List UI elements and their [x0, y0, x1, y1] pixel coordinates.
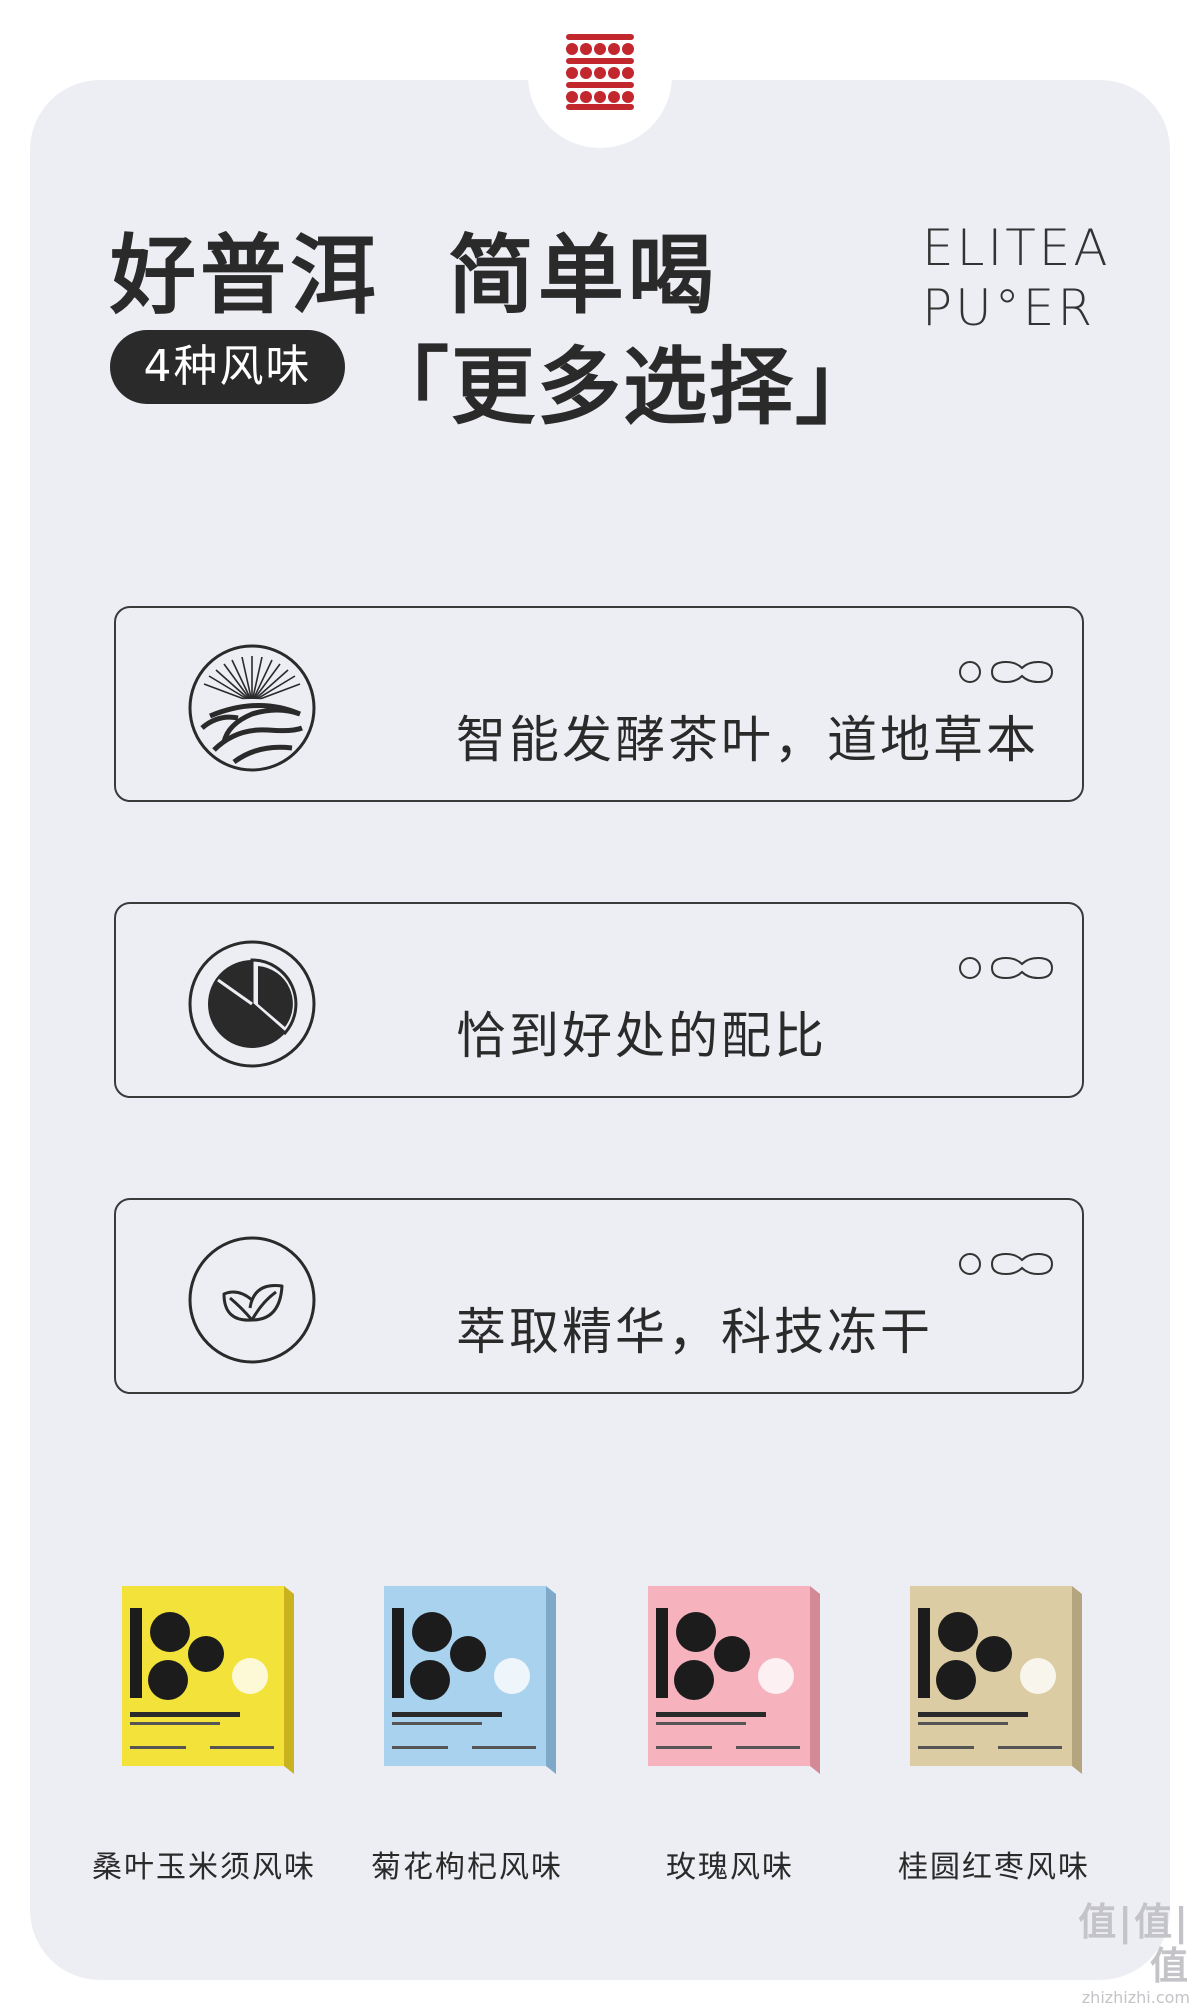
brand-logo-icon	[566, 34, 634, 110]
watermark-glyphs: 值|值|值	[1078, 1900, 1190, 1988]
product-box	[648, 1586, 820, 1774]
watermark-url: zhizhizhi.com	[1081, 1988, 1190, 2007]
product-name: 桑叶玉米须风味	[92, 1850, 316, 1885]
brand-wordmark-line2: PU°ER	[922, 279, 1096, 337]
feature-card-ratio: 恰到好处的配比	[114, 902, 1084, 1098]
feature-label: 恰到好处的配比	[456, 1007, 827, 1065]
terraced-hills-sun-icon	[188, 644, 316, 772]
page-subtitle: 「更多选择」	[365, 338, 882, 436]
product-box	[384, 1586, 556, 1774]
chain-links-icon	[959, 1252, 1054, 1276]
product-name: 玫瑰风味	[666, 1850, 794, 1885]
page-title: 好普洱 简单喝	[110, 226, 718, 326]
feature-label: 萃取精华，科技冻干	[456, 1303, 933, 1361]
feature-card-extraction: 萃取精华，科技冻干	[114, 1198, 1084, 1394]
chain-links-icon	[959, 660, 1054, 684]
feature-card-fermentation: 智能发酵茶叶，道地草本	[114, 606, 1084, 802]
pie-chart-icon	[188, 940, 316, 1068]
product-name: 菊花枸杞风味	[371, 1850, 563, 1885]
flavor-count-badge: 4种风味	[110, 330, 345, 404]
product-box	[122, 1586, 294, 1774]
leaf-icon	[188, 1236, 316, 1364]
brand-wordmark-line1: ELITEA	[922, 219, 1111, 277]
brand-wordmark: ELITEA PU°ER	[922, 218, 1111, 338]
chain-links-icon	[959, 956, 1054, 980]
watermark: 值|值|值 zhizhizhi.com	[1050, 1900, 1190, 2007]
product-box	[910, 1586, 1082, 1774]
feature-label: 智能发酵茶叶，道地草本	[456, 711, 1039, 769]
product-name: 桂圆红枣风味	[898, 1850, 1090, 1885]
